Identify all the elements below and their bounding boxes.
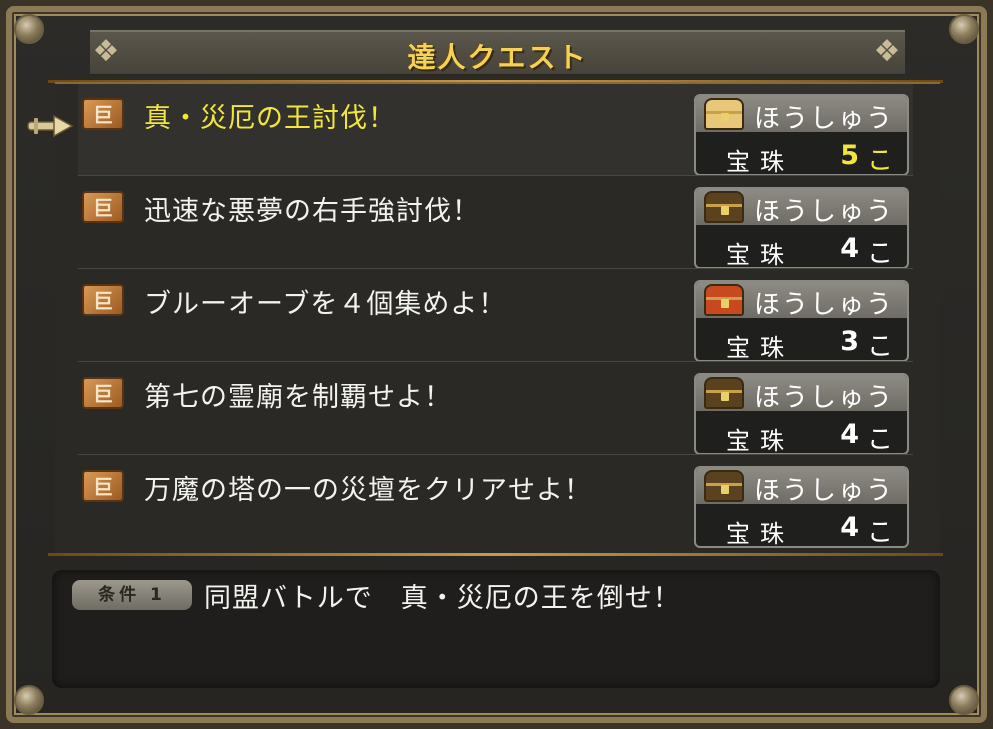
quest-scroll-icon: 巨 <box>82 98 124 130</box>
reward-header: ほうしゅう <box>696 282 907 320</box>
condition-panel: 条件 1 同盟バトルで 真・災厄の王を倒せ！ <box>52 570 940 688</box>
quest-name: 迅速な悪夢の右手強討伐！ <box>144 196 480 227</box>
reward-box: ほうしゅう宝珠 3 こ <box>694 280 909 362</box>
quest-name: 万魔の塔の一の災壇をクリアせよ！ <box>144 475 592 506</box>
reward-unit: こ <box>866 518 893 548</box>
reward-item-name: 宝珠 <box>726 520 794 548</box>
row-divider <box>78 175 913 176</box>
reward-unit: こ <box>866 425 893 455</box>
corner-ornament-icon <box>14 685 44 715</box>
reward-label: ほうしゅう <box>754 383 895 413</box>
reward-unit: こ <box>866 146 893 176</box>
treasure-chest-icon <box>704 284 744 316</box>
reward-box: ほうしゅう宝珠 5 こ <box>694 94 909 176</box>
reward-count: 4 <box>840 233 859 264</box>
corner-ornament-icon <box>949 14 979 44</box>
quest-row[interactable]: 巨真・災厄の王討伐！ ほうしゅう宝珠 5 こ <box>78 84 913 176</box>
title-left-ornament-icon: ❖ <box>92 34 120 69</box>
quest-name: 第七の霊廟を制覇せよ！ <box>144 382 452 413</box>
quest-name: 真・災厄の王討伐！ <box>144 103 396 134</box>
treasure-chest-icon <box>704 470 744 502</box>
reward-box: ほうしゅう宝珠 4 こ <box>694 466 909 548</box>
reward-box: ほうしゅう宝珠 4 こ <box>694 187 909 269</box>
reward-unit: こ <box>866 239 893 269</box>
quest-row[interactable]: 巨第七の霊廟を制覇せよ！ ほうしゅう宝珠 4 こ <box>78 363 913 455</box>
quest-scroll-icon: 巨 <box>82 470 124 502</box>
reward-item-name: 宝珠 <box>726 241 794 269</box>
window-title: 達人クエスト <box>407 41 588 74</box>
quest-row[interactable]: 巨万魔の塔の一の災壇をクリアせよ！ ほうしゅう宝珠 4 こ <box>78 456 913 548</box>
reward-count: 3 <box>840 326 859 357</box>
hand-cursor-icon <box>27 114 74 138</box>
treasure-chest-icon <box>704 377 744 409</box>
corner-ornament-icon <box>949 685 979 715</box>
row-divider <box>78 454 913 455</box>
title-right-ornament-icon: ❖ <box>873 34 901 69</box>
reward-label: ほうしゅう <box>754 476 895 506</box>
reward-item-name: 宝珠 <box>726 148 794 176</box>
reward-count: 4 <box>840 512 859 543</box>
title-bar: 達人クエスト <box>90 30 905 76</box>
treasure-chest-icon <box>704 98 744 130</box>
quest-scroll-icon: 巨 <box>82 377 124 409</box>
quest-row[interactable]: 巨ブルーオーブを４個集めよ！ ほうしゅう宝珠 3 こ <box>78 270 913 362</box>
reward-label: ほうしゅう <box>754 290 895 320</box>
bottom-divider <box>48 553 943 556</box>
row-divider <box>78 268 913 269</box>
reward-item-name: 宝珠 <box>726 427 794 455</box>
reward-item-name: 宝珠 <box>726 334 794 362</box>
quest-scroll-icon: 巨 <box>82 284 124 316</box>
reward-header: ほうしゅう <box>696 375 907 413</box>
row-divider <box>78 361 913 362</box>
reward-label: ほうしゅう <box>754 197 895 227</box>
treasure-chest-icon <box>704 191 744 223</box>
quest-name: ブルーオーブを４個集めよ！ <box>144 289 507 320</box>
reward-unit: こ <box>866 332 893 362</box>
reward-box: ほうしゅう宝珠 4 こ <box>694 373 909 455</box>
reward-header: ほうしゅう <box>696 96 907 134</box>
reward-header: ほうしゅう <box>696 189 907 227</box>
reward-count: 5 <box>840 140 859 171</box>
condition-badge: 条件 1 <box>72 580 192 610</box>
reward-header: ほうしゅう <box>696 468 907 506</box>
quest-row[interactable]: 巨迅速な悪夢の右手強討伐！ ほうしゅう宝珠 4 こ <box>78 177 913 269</box>
reward-count: 4 <box>840 419 859 450</box>
corner-ornament-icon <box>14 14 44 44</box>
condition-text: 同盟バトルで 真・災厄の王を倒せ！ <box>204 583 681 614</box>
quest-scroll-icon: 巨 <box>82 191 124 223</box>
reward-label: ほうしゅう <box>754 104 895 134</box>
